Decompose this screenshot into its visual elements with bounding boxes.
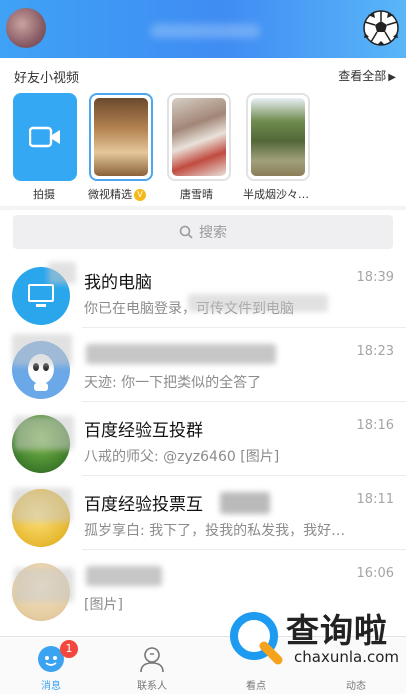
tab-label: 动态 xyxy=(346,681,366,692)
video-label: 半成烟沙々… xyxy=(243,188,309,201)
unread-badge: 1 xyxy=(60,640,78,658)
monitor-icon xyxy=(28,284,54,302)
chat-name: 百度经验投票互 xyxy=(84,495,203,515)
section-divider xyxy=(0,206,406,210)
tab-label: 看点 xyxy=(246,681,266,692)
video-thumbnail xyxy=(172,98,226,176)
search-icon xyxy=(179,225,193,239)
video-label: 拍摄 xyxy=(33,188,55,201)
chat-item[interactable]: 百度经验互投群 八戒的师父: @zyz6460 [图片] 18:16 xyxy=(0,404,406,476)
tab-label: 联系人 xyxy=(137,681,167,692)
search-placeholder: 搜索 xyxy=(199,225,227,241)
watermark-url: chaxunla.com xyxy=(294,648,399,666)
chat-message: [图片] xyxy=(84,597,123,613)
blur-mask xyxy=(12,334,72,366)
search-bar[interactable]: 搜索 xyxy=(13,215,393,249)
camera-icon xyxy=(29,126,60,148)
divider xyxy=(82,549,406,550)
top-header xyxy=(0,0,406,58)
chat-time: 16:06 xyxy=(356,566,394,581)
contacts-icon xyxy=(140,647,164,673)
video-label: 微视精选 xyxy=(88,188,132,201)
view-all-label: 查看全部 xyxy=(338,69,387,83)
chat-message: 天迹: 你一下把类似的全答了 xyxy=(84,375,262,391)
watermark: 查询啦 chaxunla.com xyxy=(228,604,400,676)
section-title: 好友小视频 xyxy=(14,71,80,86)
blur-mask xyxy=(48,262,76,284)
divider xyxy=(82,475,406,476)
chat-name: 我的电脑 xyxy=(84,273,152,293)
shoot-video-tile[interactable] xyxy=(13,93,77,181)
divider xyxy=(82,401,406,402)
blur-mask xyxy=(188,294,328,312)
divider xyxy=(82,327,406,328)
monitor-stand xyxy=(36,304,46,307)
chat-item[interactable]: 天迹: 你一下把类似的全答了 18:23 xyxy=(0,330,406,402)
video-label: 唐雪晴 xyxy=(180,188,213,201)
soccer-ball-icon[interactable] xyxy=(362,9,400,47)
chat-time: 18:16 xyxy=(356,418,394,433)
blur-mask xyxy=(12,488,72,522)
video-thumbnail xyxy=(94,98,148,176)
video-label-weishi: 微视精选 V xyxy=(88,186,146,202)
chat-item[interactable]: 百度经验投票互 孤岁享白: 我下了，投我的私发我，我好… 18:11 xyxy=(0,478,406,550)
chat-name: 百度经验互投群 xyxy=(84,421,203,441)
watermark-text: 查询啦 xyxy=(286,611,388,650)
tab-messages[interactable]: 1 消息 xyxy=(1,637,101,694)
magnifier-logo-icon xyxy=(230,612,283,665)
chat-item[interactable]: 我的电脑 你已在电脑登录，可传文件到电脑 18:39 xyxy=(0,256,406,328)
video-thumb-tang[interactable] xyxy=(167,93,231,181)
v-badge-icon: V xyxy=(134,189,146,201)
blur-mask xyxy=(220,492,270,514)
avatar[interactable] xyxy=(6,8,46,48)
triangle-right-icon: ▶ xyxy=(388,72,396,83)
blur-mask xyxy=(86,566,162,586)
blur-mask xyxy=(14,568,74,602)
blur-mask xyxy=(14,416,74,450)
view-all-link[interactable]: 查看全部 ▶ xyxy=(338,67,396,84)
video-thumb-weishi[interactable] xyxy=(89,93,153,181)
chat-time: 18:39 xyxy=(356,270,394,285)
chat-time: 18:11 xyxy=(356,492,394,507)
chat-message: 孤岁享白: 我下了，投我的私发我，我好… xyxy=(84,523,346,539)
video-thumb-ban[interactable] xyxy=(246,93,310,181)
chat-time: 18:23 xyxy=(356,344,394,359)
video-thumbnail xyxy=(251,98,305,176)
tab-label: 消息 xyxy=(41,681,61,692)
blurred-title xyxy=(150,24,260,38)
chat-message: 八戒的师父: @zyz6460 [图片] xyxy=(84,449,280,465)
blur-mask xyxy=(86,344,276,364)
tab-contacts[interactable]: 联系人 xyxy=(102,637,202,694)
